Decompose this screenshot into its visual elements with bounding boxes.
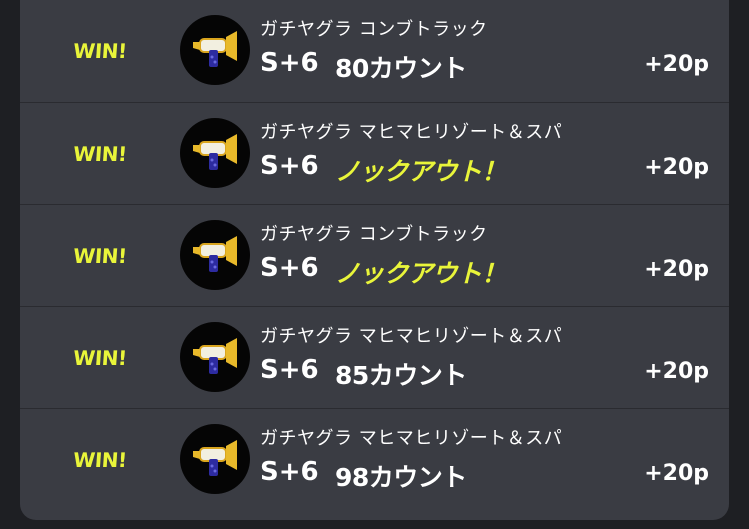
knockout-label: ノックアウト！ (335, 157, 507, 186)
battle-row[interactable]: WIN! ガチヤグラ コンブトラック S+6 80カウント +20p (20, 0, 729, 101)
battle-history-panel: WIN! ガチヤグラ コンブトラック S+6 80カウント +20p WIN! (20, 0, 729, 520)
points-label: +20p (644, 52, 709, 77)
rank-label: S+6 (260, 151, 319, 181)
splattershot-jr-icon (180, 15, 250, 85)
mode-stage-label: ガチヤグラ コンブトラック (260, 19, 488, 40)
score-label: 80カウント (335, 54, 467, 83)
win-label: WIN! (72, 243, 128, 268)
mode-stage-label: ガチヤグラ マヒマヒリゾート＆スパ (260, 122, 563, 143)
rank-label: S+6 (260, 457, 319, 487)
points-label: +20p (644, 359, 709, 384)
mode-stage-label: ガチヤグラ コンブトラック (260, 224, 488, 245)
win-label: WIN! (72, 447, 128, 472)
battle-row[interactable]: WIN! ガチヤグラ マヒマヒリゾート＆スパ S+6 85カウント +20p (20, 306, 729, 407)
win-label: WIN! (72, 345, 128, 370)
rank-label: S+6 (260, 48, 319, 78)
knockout-label: ノックアウト！ (335, 259, 507, 288)
mode-stage-label: ガチヤグラ マヒマヒリゾート＆スパ (260, 326, 563, 347)
battle-row[interactable]: WIN! ガチヤグラ コンブトラック S+6 ノックアウト！ +20p (20, 204, 729, 305)
points-label: +20p (644, 461, 709, 486)
score-label: 85カウント (335, 361, 467, 390)
splattershot-jr-icon (180, 322, 250, 392)
rank-label: S+6 (260, 355, 319, 385)
score-label: 98カウント (335, 463, 467, 492)
points-label: +20p (644, 155, 709, 180)
battle-row[interactable]: WIN! ガチヤグラ マヒマヒリゾート＆スパ S+6 98カウント +20p (20, 408, 729, 509)
points-label: +20p (644, 257, 709, 282)
splattershot-jr-icon (180, 220, 250, 290)
battle-row[interactable]: WIN! ガチヤグラ マヒマヒリゾート＆スパ S+6 ノックアウト！ +20p (20, 102, 729, 203)
mode-stage-label: ガチヤグラ マヒマヒリゾート＆スパ (260, 428, 563, 449)
win-label: WIN! (72, 141, 128, 166)
splattershot-jr-icon (180, 118, 250, 188)
splattershot-jr-icon (180, 424, 250, 494)
rank-label: S+6 (260, 253, 319, 283)
win-label: WIN! (72, 38, 128, 63)
